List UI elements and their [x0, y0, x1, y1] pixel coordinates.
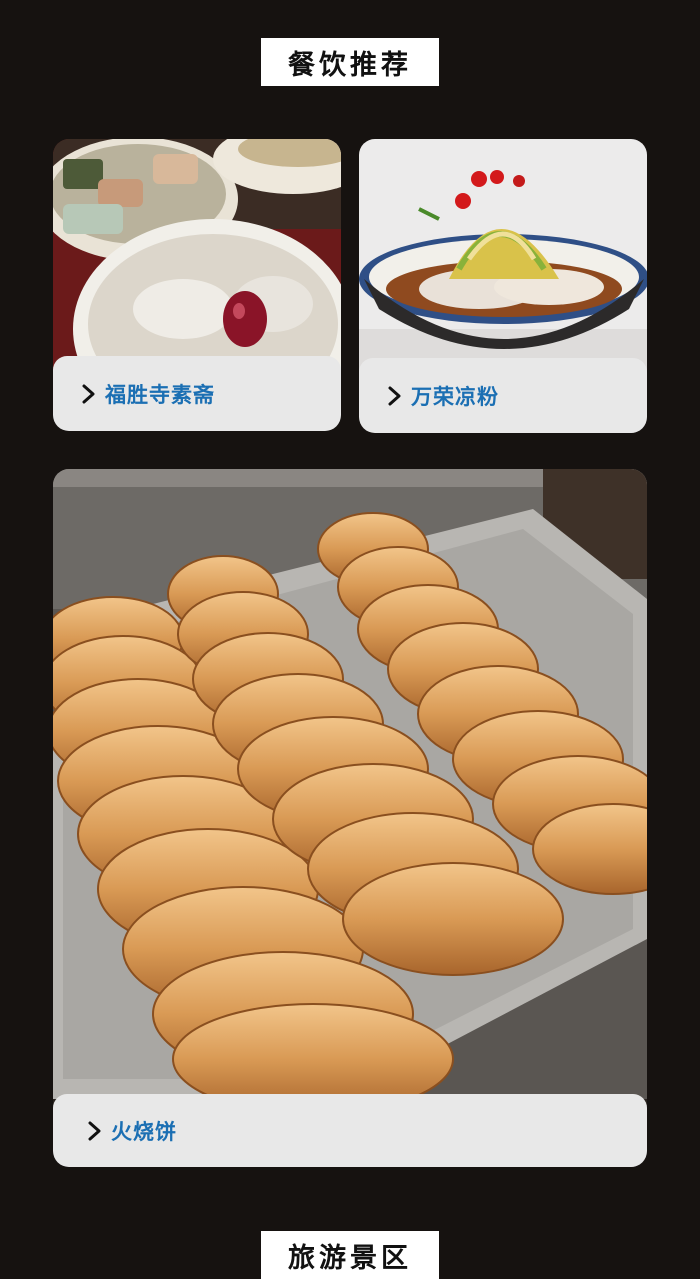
card-label-text: 万荣凉粉 [411, 384, 499, 409]
cold-noodles-photo [359, 139, 647, 379]
card-label[interactable]: 福胜寺素斋 [53, 356, 341, 431]
card-label-text: 火烧饼 [111, 1119, 177, 1144]
soup-bowls-photo [53, 139, 341, 379]
card-label[interactable]: 万荣凉粉 [359, 358, 647, 433]
card-label[interactable]: 火烧饼 [53, 1094, 647, 1167]
next-section-title-text: 旅游景区 [288, 1242, 412, 1274]
flatbread-tray-photo [53, 469, 647, 1099]
chevron-right-icon [77, 382, 101, 406]
section-title: 餐饮推荐 [261, 38, 439, 86]
card-label-text: 福胜寺素斋 [105, 382, 215, 407]
chevron-right-icon [383, 384, 407, 408]
chevron-right-icon [83, 1119, 107, 1143]
food-card-huoshaobing[interactable]: 火烧饼 [53, 469, 647, 1167]
food-card-fushengsi[interactable]: 福胜寺素斋 [53, 139, 341, 431]
section-title-text: 餐饮推荐 [288, 49, 412, 81]
food-card-wanrong-liangfen[interactable]: 万荣凉粉 [359, 139, 647, 433]
next-section-title: 旅游景区 [261, 1231, 439, 1279]
